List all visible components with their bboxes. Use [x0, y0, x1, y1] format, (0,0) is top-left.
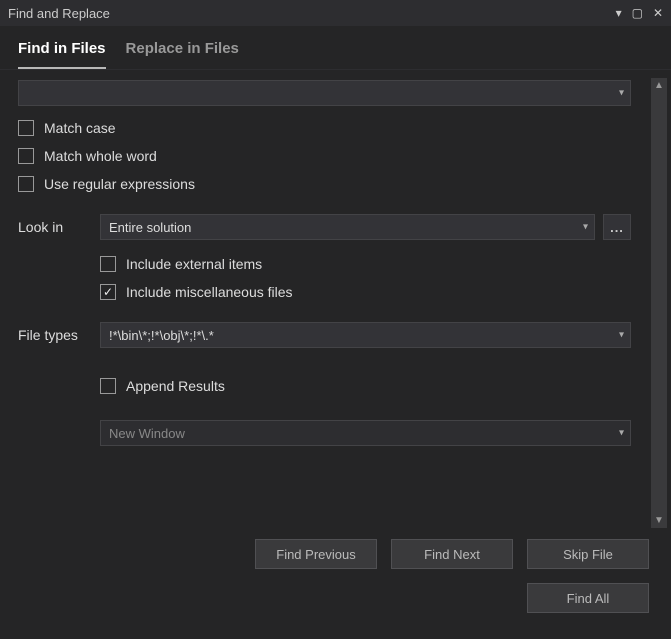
find-next-button[interactable]: Find Next — [391, 539, 513, 569]
tabs: Find in Files Replace in Files — [0, 26, 671, 70]
chevron-down-icon[interactable]: ▾ — [619, 428, 624, 439]
look-in-combo[interactable]: Entire solution ▾ — [100, 214, 595, 240]
look-in-label: Look in — [18, 219, 92, 235]
match-whole-word-label: Match whole word — [44, 148, 157, 164]
include-external-label: Include external items — [126, 256, 262, 272]
search-term-input[interactable]: ▾ — [18, 80, 631, 106]
tab-find-in-files[interactable]: Find in Files — [18, 40, 106, 69]
content-area: ▲ ▼ ▾ Match case Match whole word Use re… — [0, 70, 671, 536]
titlebar-controls: ▾ ▢ ✕ — [616, 6, 663, 20]
buttons-area: Find Previous Find Next Skip File Find A… — [22, 539, 649, 627]
maximize-icon[interactable]: ▢ — [632, 6, 643, 20]
file-types-value: !*\bin\*;!*\obj\*;!*\.* — [109, 328, 214, 343]
results-window-combo[interactable]: New Window ▾ — [100, 420, 631, 446]
chevron-down-icon[interactable]: ▾ — [619, 88, 624, 99]
match-case-checkbox[interactable] — [18, 120, 34, 136]
include-misc-checkbox[interactable] — [100, 284, 116, 300]
use-regex-label: Use regular expressions — [44, 176, 195, 192]
window-title: Find and Replace — [8, 6, 110, 21]
use-regex-checkbox[interactable] — [18, 176, 34, 192]
tab-replace-in-files[interactable]: Replace in Files — [126, 40, 239, 69]
file-types-combo[interactable]: !*\bin\*;!*\obj\*;!*\.* ▾ — [100, 322, 631, 348]
browse-button[interactable]: ... — [603, 214, 631, 240]
dropdown-icon[interactable]: ▾ — [616, 6, 622, 20]
match-whole-word-checkbox[interactable] — [18, 148, 34, 164]
include-misc-label: Include miscellaneous files — [126, 284, 293, 300]
scroll-down-icon[interactable]: ▼ — [654, 515, 664, 526]
find-previous-button[interactable]: Find Previous — [255, 539, 377, 569]
append-results-label: Append Results — [126, 378, 225, 394]
include-external-checkbox[interactable] — [100, 256, 116, 272]
look-in-value: Entire solution — [109, 220, 191, 235]
results-window-value: New Window — [109, 426, 185, 441]
chevron-down-icon[interactable]: ▾ — [619, 330, 624, 341]
match-case-label: Match case — [44, 120, 116, 136]
titlebar: Find and Replace ▾ ▢ ✕ — [0, 0, 671, 26]
close-icon[interactable]: ✕ — [653, 6, 663, 20]
scroll-up-icon[interactable]: ▲ — [654, 80, 664, 91]
append-results-checkbox[interactable] — [100, 378, 116, 394]
find-all-button[interactable]: Find All — [527, 583, 649, 613]
scrollbar[interactable]: ▲ ▼ — [651, 78, 667, 528]
file-types-label: File types — [18, 327, 92, 343]
skip-file-button[interactable]: Skip File — [527, 539, 649, 569]
chevron-down-icon[interactable]: ▾ — [583, 222, 588, 233]
